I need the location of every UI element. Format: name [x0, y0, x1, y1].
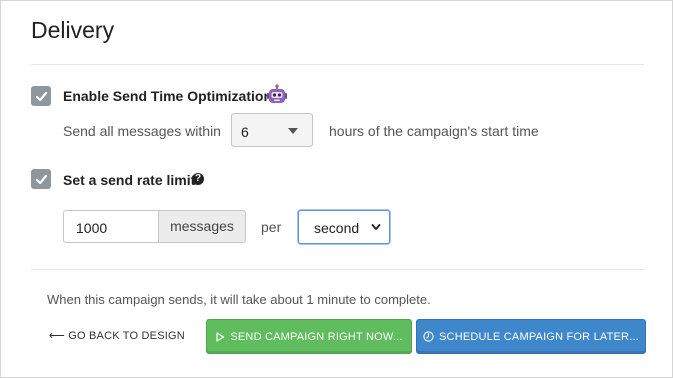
question-circle-icon[interactable]: ? [192, 173, 204, 185]
send-campaign-now-button[interactable]: SEND CAMPAIGN RIGHT NOW... [206, 319, 412, 354]
divider-top [31, 64, 644, 65]
send-time-optimization-label: Enable Send Time Optimization [63, 88, 272, 104]
schedule-campaign-button[interactable]: SCHEDULE CAMPAIGN FOR LATER... [416, 319, 646, 354]
send-rate-limit-checkbox[interactable] [31, 169, 51, 189]
send-campaign-now-label: SEND CAMPAIGN RIGHT NOW... [230, 330, 403, 343]
section-title: Delivery [31, 17, 115, 43]
rate-amount-input[interactable]: 1000 [63, 210, 159, 243]
delivery-panel: Delivery Enable Send Time Optimization S… [0, 0, 673, 378]
rate-unit-addon: messages [158, 210, 246, 243]
send-time-optimization-checkbox[interactable] [31, 86, 51, 106]
checkmark-icon [35, 174, 47, 184]
send-duration-summary: When this campaign sends, it will take a… [47, 292, 431, 307]
per-text: per [261, 219, 282, 235]
checkmark-icon [35, 91, 47, 101]
divider-bottom [31, 269, 644, 270]
schedule-campaign-label: SCHEDULE CAMPAIGN FOR LATER... [439, 330, 639, 343]
rate-interval-value: second [314, 220, 360, 236]
send-rate-limit-label: Set a send rate limit [63, 172, 196, 188]
rate-interval-select[interactable]: second [298, 210, 390, 244]
hours-suffix-text: hours of the campaign's start time [329, 123, 539, 139]
clock-icon [423, 331, 434, 342]
send-within-text: Send all messages within [63, 123, 221, 139]
rate-amount-value: 1000 [76, 220, 108, 236]
robot-icon [267, 84, 287, 103]
hours-select[interactable]: 6 [231, 113, 313, 147]
hours-select-value: 6 [241, 124, 249, 140]
chevron-down-icon [371, 224, 381, 230]
go-back-to-design-link[interactable]: ⟵ GO BACK TO DESIGN [49, 329, 185, 342]
play-icon [216, 331, 225, 342]
caret-down-icon [288, 128, 298, 134]
